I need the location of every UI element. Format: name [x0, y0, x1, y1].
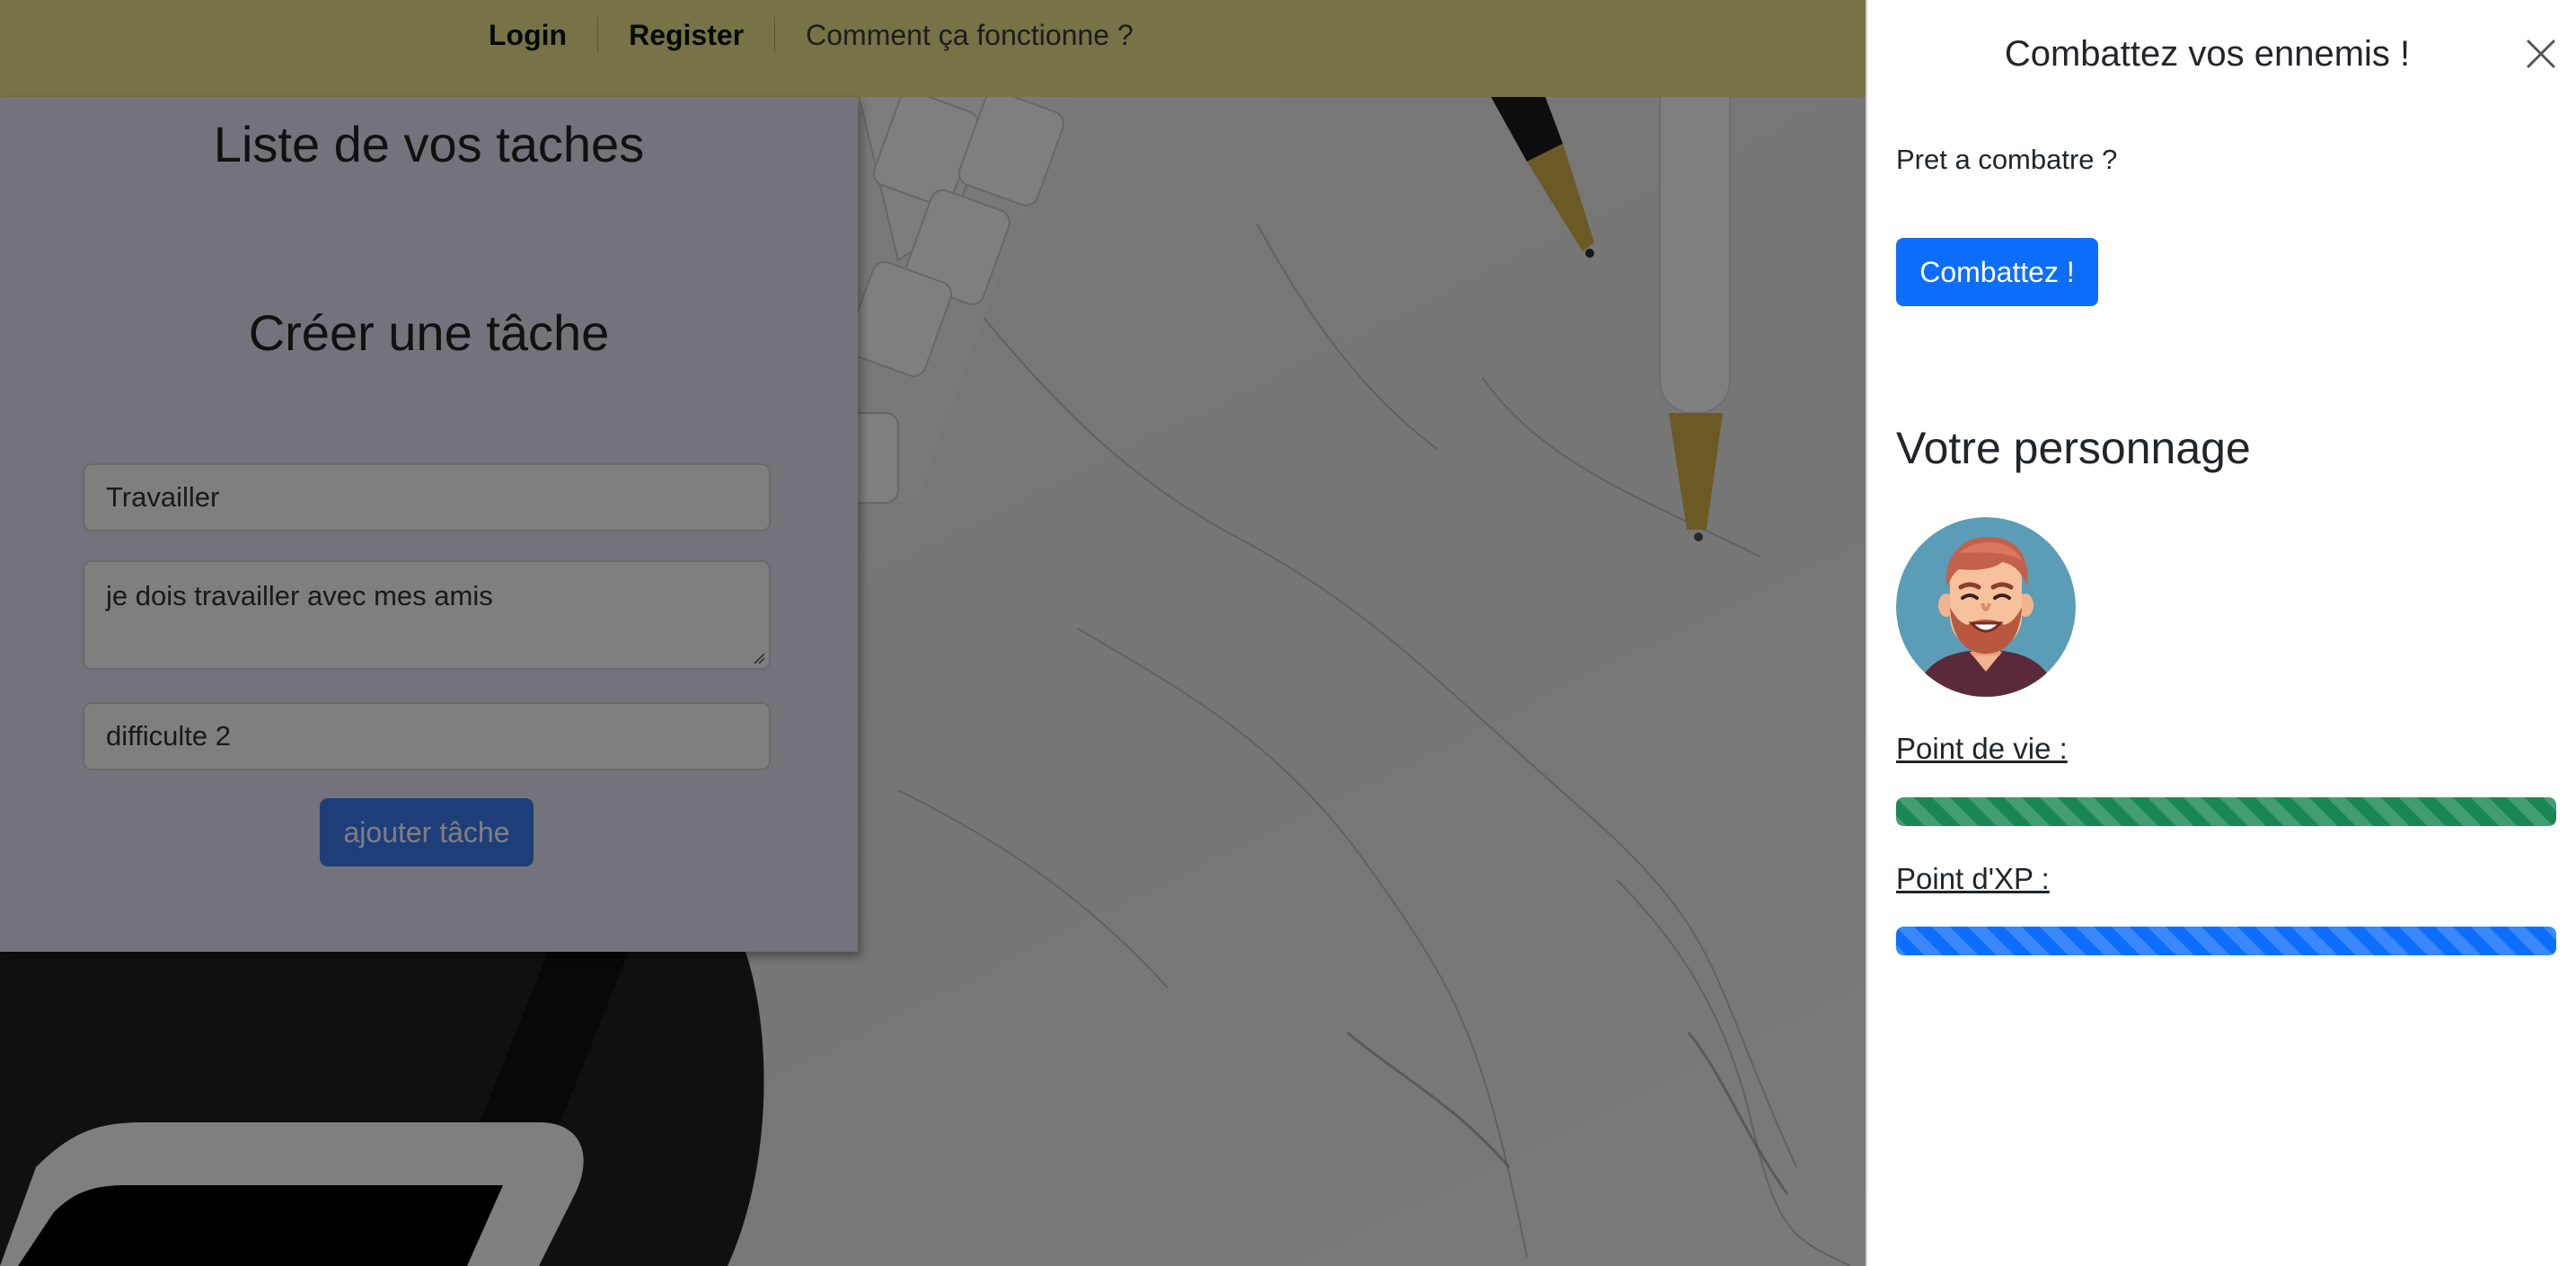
fight-button[interactable]: Combattez !: [1896, 238, 2098, 306]
avatar: [1896, 517, 2076, 697]
offcanvas-backdrop[interactable]: [0, 0, 1866, 1266]
offcanvas-title: Combattez vos ennemis !: [2004, 34, 2411, 74]
xp-progress-bar: [1896, 927, 2556, 955]
close-icon[interactable]: [2523, 36, 2559, 72]
hp-progress-fill: [1896, 797, 2556, 826]
character-title: Votre personnage: [1896, 423, 2251, 473]
combat-offcanvas: Combattez vos ennemis ! Pret a combatre …: [1866, 0, 2576, 1266]
ready-to-fight-text: Pret a combatre ?: [1896, 144, 2118, 175]
hp-label: Point de vie :: [1896, 732, 2068, 765]
hp-progress-bar: [1896, 797, 2556, 826]
xp-progress-fill: [1896, 927, 2556, 955]
xp-label: Point d'XP :: [1896, 862, 2050, 895]
